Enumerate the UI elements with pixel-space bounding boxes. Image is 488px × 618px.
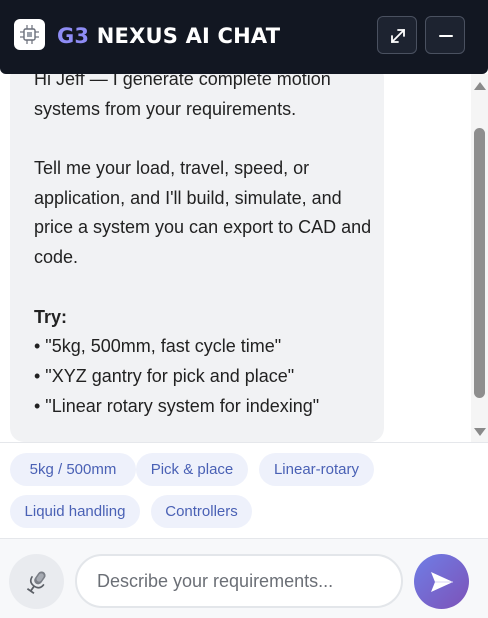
circuit-chip-icon — [14, 19, 45, 50]
app-title: G3 NEXUS AI CHAT — [57, 24, 280, 48]
minimize-button[interactable] — [425, 16, 465, 54]
message-paragraph-intro: Hi Jeff — I generate complete motion sys… — [34, 74, 331, 119]
example-prompt: • "5kg, 500mm, fast cycle time" — [34, 336, 282, 356]
expand-icon — [391, 29, 405, 43]
composer-bar — [0, 538, 488, 618]
expand-button[interactable] — [377, 16, 417, 54]
suggestion-chips: 5kg / 500mm Pick & place Linear-rotary L… — [0, 442, 488, 538]
requirements-input[interactable] — [75, 554, 403, 608]
microphone-button[interactable] — [9, 554, 64, 609]
try-label: Try: — [34, 307, 68, 327]
suggestion-chip[interactable]: Pick & place — [136, 453, 248, 486]
app-title-prefix: G3 — [57, 24, 90, 48]
example-prompt: • "Linear rotary system for indexing" — [34, 396, 320, 416]
suggestion-chip[interactable]: Linear-rotary — [259, 453, 374, 486]
minimize-icon — [439, 35, 453, 37]
message-paragraph-instructions: Tell me your load, travel, speed, or app… — [34, 158, 372, 268]
send-icon — [431, 572, 453, 592]
app-title-text: NEXUS AI CHAT — [96, 24, 281, 48]
scroll-up-arrow-icon[interactable] — [474, 82, 486, 90]
suggestion-chip[interactable]: Controllers — [151, 495, 252, 528]
assistant-message-bubble: Hi Jeff — I generate complete motion sys… — [10, 74, 384, 442]
suggestion-chip[interactable]: Liquid handling — [10, 495, 140, 528]
chat-header: G3 NEXUS AI CHAT — [0, 0, 488, 74]
message-scrollbar[interactable] — [471, 74, 488, 442]
example-prompt: • "XYZ gantry for pick and place" — [34, 366, 295, 386]
message-list[interactable]: Hi Jeff — I generate complete motion sys… — [0, 74, 488, 442]
send-button[interactable] — [414, 554, 469, 609]
microphone-icon — [26, 571, 46, 595]
scrollbar-thumb[interactable] — [474, 128, 485, 398]
suggestion-chip[interactable]: 5kg / 500mm — [10, 453, 136, 486]
scroll-down-arrow-icon[interactable] — [474, 428, 486, 436]
